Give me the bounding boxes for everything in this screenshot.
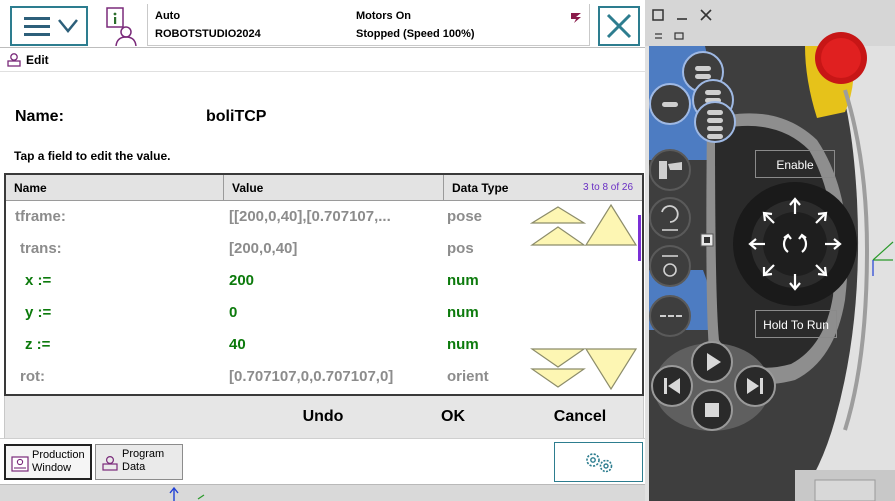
axis-indicator-icon xyxy=(169,487,205,501)
program-state: Stopped (Speed 100%) xyxy=(356,28,475,40)
programmable-key-2[interactable] xyxy=(648,82,692,126)
cancel-button[interactable]: Cancel xyxy=(530,396,630,438)
taskbar-production-line-2: Window xyxy=(32,462,72,474)
flexpendant-device: Enable Hold To Run xyxy=(645,0,895,501)
scroll-up-button[interactable] xyxy=(584,203,638,247)
table-row[interactable]: y := 0 num xyxy=(6,297,642,329)
gears-icon xyxy=(586,453,613,473)
close-x-icon xyxy=(606,13,632,39)
taskbar-program-data-line-1: Program xyxy=(122,448,165,460)
edit-hint: Tap a field to edit the value. xyxy=(14,149,171,163)
abb-menu-button[interactable] xyxy=(10,6,88,46)
row-type: num xyxy=(447,336,479,353)
minimize-window-icon[interactable] xyxy=(675,8,689,22)
scroll-down-button[interactable] xyxy=(584,347,638,391)
row-name: rot: xyxy=(20,368,45,385)
programmable-key-4[interactable] xyxy=(693,100,737,144)
name-label: Name: xyxy=(15,108,64,125)
stop-button[interactable] xyxy=(690,388,734,432)
row-value: [[200,0,40],[0.707107,... xyxy=(229,208,391,225)
start-button[interactable] xyxy=(690,340,734,384)
column-header-value[interactable]: Value xyxy=(224,175,444,201)
scroll-position-indicator xyxy=(638,215,641,261)
row-name: tframe: xyxy=(15,208,66,225)
toggle-increment-key[interactable] xyxy=(648,244,692,288)
name-value: boliTCP xyxy=(206,108,267,125)
row-value: [0.707107,0,0.707107,0] xyxy=(229,368,394,385)
quickset-button[interactable] xyxy=(554,442,643,482)
taskbar-program-data-label: Program Data xyxy=(122,448,164,474)
motors-state: Motors On xyxy=(356,10,411,22)
table-row[interactable]: x := 200 num xyxy=(6,265,642,297)
status-panel: Auto ROBOTSTUDIO2024 Motors On Stopped (… xyxy=(147,4,590,46)
robot-status-icon xyxy=(571,13,581,23)
enable-button[interactable]: Enable xyxy=(755,150,835,178)
row-name: trans: xyxy=(20,240,62,257)
viewport-floor xyxy=(795,470,895,501)
select-mechanical-unit-key[interactable] xyxy=(648,148,692,192)
event-log-icon[interactable] xyxy=(100,6,140,46)
enable-label: Enable xyxy=(776,158,814,172)
chevron-down-icon xyxy=(58,19,78,33)
robotstudio-viewport-strip xyxy=(0,484,645,501)
taskbar-production-label: Production Window xyxy=(32,449,85,475)
command-bar: Undo OK Cancel xyxy=(4,396,644,438)
ok-button[interactable]: OK xyxy=(405,396,501,438)
page-up-button[interactable] xyxy=(530,205,586,247)
edit-title: Edit xyxy=(26,53,49,67)
row-name: y := xyxy=(25,304,52,321)
taskbar-production-window[interactable]: Production Window xyxy=(4,444,92,480)
taskbar-production-line-1: Production xyxy=(32,449,85,461)
usb-port-icon xyxy=(700,233,714,247)
table-header: Name Value Data Type 3 to 8 of 26 xyxy=(6,175,642,201)
row-type: num xyxy=(447,304,479,321)
row-name: z := xyxy=(25,336,51,353)
status-bar: Auto ROBOTSTUDIO2024 Motors On Stopped (… xyxy=(0,0,645,48)
taskbar: Production Window Program Data xyxy=(0,438,645,484)
row-value: 40 xyxy=(229,336,246,353)
step-forward-button[interactable] xyxy=(733,364,777,408)
flexpendant-screen: Auto ROBOTSTUDIO2024 Motors On Stopped (… xyxy=(0,0,645,501)
hold-to-run-label: Hold To Run xyxy=(763,318,829,332)
row-value: 0 xyxy=(229,304,238,321)
step-backward-button[interactable] xyxy=(650,364,694,408)
swap-camera-icon[interactable] xyxy=(653,30,685,42)
close-window-icon[interactable] xyxy=(699,8,713,22)
program-data-icon xyxy=(102,455,118,471)
programmable-key-5[interactable] xyxy=(648,294,692,338)
undo-button[interactable]: Undo xyxy=(273,396,373,438)
operating-mode: Auto xyxy=(155,10,181,22)
system-name: ROBOTSTUDIO2024 xyxy=(155,28,261,40)
taskbar-program-data[interactable]: Program Data xyxy=(95,444,183,480)
row-range-indicator: 3 to 8 of 26 xyxy=(583,182,634,193)
taskbar-program-data-line-2: Data xyxy=(122,461,146,473)
edit-title-bar: Edit xyxy=(0,48,645,72)
close-button[interactable] xyxy=(598,6,640,46)
hold-to-run-button[interactable]: Hold To Run xyxy=(755,310,837,338)
row-name: x := xyxy=(25,272,52,289)
row-type: pos xyxy=(447,240,474,257)
data-table: Name Value Data Type 3 to 8 of 26 tframe… xyxy=(4,173,644,396)
row-type: pose xyxy=(447,208,483,225)
row-type: num xyxy=(447,272,479,289)
page-down-button[interactable] xyxy=(530,347,586,389)
row-value: [200,0,40] xyxy=(229,240,298,257)
hamburger-icon xyxy=(24,17,50,37)
joystick[interactable] xyxy=(743,192,847,296)
restore-window-icon[interactable] xyxy=(651,8,665,22)
viewport-axis-lines xyxy=(872,241,894,276)
column-header-name[interactable]: Name xyxy=(6,175,224,201)
toggle-motion-mode-key[interactable] xyxy=(648,196,692,240)
program-data-icon xyxy=(7,53,21,67)
production-window-icon xyxy=(11,456,29,472)
row-type: orient xyxy=(447,368,489,385)
row-value: 200 xyxy=(229,272,255,289)
